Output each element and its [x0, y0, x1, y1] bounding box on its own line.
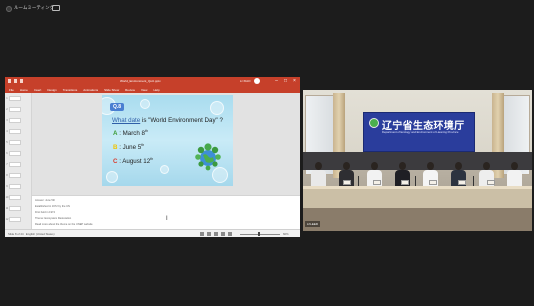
window-title: ルームミーティング — [14, 5, 55, 10]
bubble-decoration — [140, 99, 150, 109]
conference-table — [303, 186, 532, 208]
user-avatar[interactable] — [254, 78, 260, 84]
zoom-level[interactable]: 60% — [283, 232, 289, 236]
slide-thumbnail[interactable] — [9, 118, 21, 123]
status-bar: Slide 8 of 24 English (United States) 60… — [5, 229, 300, 237]
participant-head — [483, 162, 490, 170]
nameplate — [373, 180, 381, 185]
participant-head — [371, 162, 378, 170]
slide-thumbnail[interactable] — [9, 195, 21, 200]
slideshow-icon[interactable] — [228, 232, 232, 236]
participant-name-tag: LN-EED — [305, 221, 321, 227]
record-icon[interactable] — [6, 6, 12, 12]
participant-head — [427, 162, 434, 170]
participant-body — [507, 170, 522, 186]
notes-line: First held in 1974 — [35, 211, 55, 214]
slide-thumbnail[interactable] — [9, 184, 21, 189]
nameplate — [343, 180, 351, 185]
floor — [303, 208, 532, 231]
microphone — [358, 176, 359, 186]
bubble-decoration — [210, 101, 224, 115]
current-slide[interactable]: Q.8 What date is "World Environment Day"… — [102, 95, 233, 186]
participant-head — [511, 162, 518, 170]
undo-icon[interactable] — [14, 79, 17, 83]
ribbon-tab[interactable]: View — [141, 88, 147, 92]
participant-head — [399, 162, 406, 170]
bubble-decoration — [160, 165, 169, 174]
ribbon-tab[interactable]: Design — [47, 88, 56, 92]
ribbon-tab[interactable]: Review — [125, 88, 135, 92]
slide-counter: Slide 8 of 24 English (United States) — [8, 232, 55, 236]
ribbon-tab[interactable]: Insert — [34, 88, 42, 92]
slide-thumbnail[interactable] — [9, 140, 21, 145]
participant-head — [455, 162, 462, 170]
slide-thumbnail[interactable] — [9, 206, 21, 211]
slide-thumbnail-pane[interactable]: 1 2 3 4 5 6 7 8 9 10 11 12 — [5, 93, 32, 229]
nameplate — [487, 180, 495, 185]
notes-icon[interactable] — [200, 232, 204, 236]
maximize-icon[interactable] — [52, 5, 60, 11]
answer-b: B : June 5th — [113, 143, 145, 152]
participant-head — [315, 162, 322, 170]
window-controls: – □ × — [274, 78, 297, 84]
bubble-decoration — [106, 171, 118, 183]
ribbon-tab[interactable]: Animations — [83, 88, 98, 92]
notes-line: Read more about the theme on the UNEP we… — [35, 223, 93, 226]
back-row-seats — [303, 152, 532, 170]
nameplate — [429, 180, 437, 185]
slide-thumbnail[interactable] — [9, 151, 21, 156]
zoom-slider-thumb[interactable] — [258, 232, 260, 236]
ppt-title-bar: World_Environment_Quiz.pptx LI XIAO – □ … — [5, 77, 300, 86]
ribbon-tabs: File Home Insert Design Transitions Animation… — [5, 86, 300, 93]
participant-head — [343, 162, 350, 170]
slide-thumbnail[interactable] — [9, 129, 21, 134]
table-edge — [303, 186, 532, 189]
user-name: LI XIAO — [240, 79, 251, 83]
ribbon-tab[interactable]: Transitions — [63, 88, 78, 92]
normal-view-icon[interactable] — [207, 232, 211, 236]
text-cursor-icon: I — [166, 216, 168, 222]
view-buttons — [200, 232, 232, 236]
question-text: What date is "World Environment Day" ? — [112, 117, 223, 124]
notes-line: Answer: June 5th — [35, 199, 56, 202]
notes-line: Theme: Ecosystem Restoration — [35, 217, 72, 220]
meeting-top-bar: ルームミーティング — [0, 0, 534, 16]
ribbon-tab[interactable]: Slide Show — [104, 88, 119, 92]
slide-thumbnail[interactable] — [9, 162, 21, 167]
nameplate — [401, 180, 409, 185]
answer-a: A : March 8th — [113, 129, 148, 138]
minimize-icon[interactable]: – — [274, 78, 279, 84]
earth-tree-icon — [195, 143, 221, 171]
department-logo-icon — [369, 118, 379, 128]
ribbon-tab[interactable]: Help — [153, 88, 159, 92]
redo-icon[interactable] — [20, 79, 23, 83]
participant-video-feed[interactable]: 辽宁省生态环境厅 Department of Ecology and Envir… — [303, 90, 532, 231]
restore-icon[interactable]: □ — [283, 78, 288, 84]
nameplate — [458, 180, 466, 185]
participant-body — [311, 170, 326, 186]
slide-thumbnail[interactable] — [9, 217, 21, 222]
slide-thumbnail[interactable] — [9, 173, 21, 178]
quick-access-toolbar — [8, 79, 23, 83]
microphone — [415, 176, 416, 186]
slide-editing-area[interactable]: Q.8 What date is "World Environment Day"… — [32, 93, 300, 195]
notes-line: Established in 1972 by the UN — [35, 205, 70, 208]
department-banner: 辽宁省生态环境厅 Department of Ecology and Envir… — [363, 112, 475, 152]
save-icon[interactable] — [8, 79, 11, 83]
banner-subtitle: Department of Ecology and Environment of… — [382, 130, 459, 134]
slide-thumbnail[interactable] — [9, 107, 21, 112]
speaker-notes-pane[interactable]: I Answer: June 5th Established in 1972 by… — [32, 195, 300, 230]
zoom-slider[interactable] — [240, 233, 280, 235]
reading-view-icon[interactable] — [221, 232, 225, 236]
document-title: World_Environment_Quiz.pptx — [120, 79, 161, 83]
question-badge: Q.8 — [110, 103, 124, 111]
answer-c: C : August 12th — [113, 157, 154, 166]
powerpoint-window: World_Environment_Quiz.pptx LI XIAO – □ … — [5, 77, 300, 237]
ribbon-tab[interactable]: File — [9, 88, 14, 92]
slide-thumbnail[interactable] — [9, 96, 21, 101]
ribbon-tab[interactable]: Home — [20, 88, 28, 92]
close-icon[interactable]: × — [292, 78, 297, 84]
sorter-view-icon[interactable] — [214, 232, 218, 236]
microphone — [473, 176, 474, 186]
